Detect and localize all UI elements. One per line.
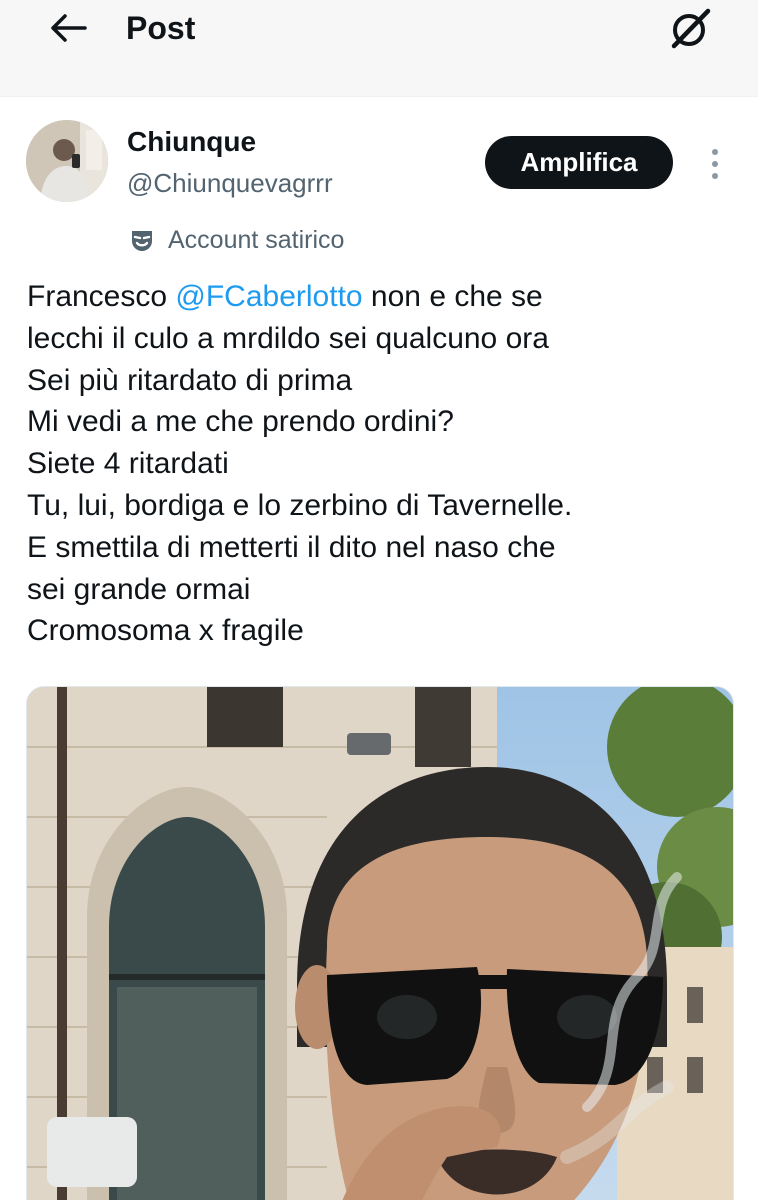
header-divider bbox=[0, 96, 758, 97]
page-title: Post bbox=[126, 10, 196, 46]
tweet-text-segment: non e che se bbox=[362, 280, 543, 313]
avatar-image bbox=[26, 120, 108, 202]
more-options-button[interactable] bbox=[702, 144, 728, 184]
tweet-line: Mi vedi a me che prendo ordini? bbox=[27, 405, 454, 439]
avatar[interactable] bbox=[26, 120, 108, 202]
back-button[interactable] bbox=[46, 10, 90, 46]
tweet-line: Francesco @FCaberlotto non e che se bbox=[27, 276, 727, 318]
more-vertical-icon bbox=[712, 161, 718, 167]
grok-button[interactable] bbox=[664, 4, 716, 52]
tweet-line: Siete 4 ritardati bbox=[27, 447, 229, 481]
more-vertical-icon bbox=[712, 173, 718, 179]
mention-link[interactable]: @FCaberlotto bbox=[175, 280, 362, 313]
mask-icon bbox=[132, 231, 152, 251]
more-vertical-icon bbox=[712, 149, 718, 155]
top-bar: Post bbox=[0, 0, 758, 96]
author-handle[interactable]: @Chiunquevagrrr bbox=[127, 166, 333, 200]
tweet-line: sei grande ormai bbox=[27, 572, 251, 606]
tweet-line: E smettila di metterti il dito nel naso … bbox=[27, 530, 556, 564]
follow-button[interactable]: Amplifica bbox=[485, 136, 673, 189]
selfie-photo bbox=[27, 687, 733, 1200]
author-name[interactable]: Chiunque bbox=[127, 124, 256, 160]
grok-icon bbox=[671, 8, 711, 49]
account-label-text: Account satirico bbox=[168, 225, 345, 254]
arrow-left-icon bbox=[51, 14, 87, 42]
tweet-line: Cromosoma x fragile bbox=[27, 614, 304, 648]
tweet-line: Tu, lui, bordiga e lo zerbino di Taverne… bbox=[27, 488, 573, 522]
tweet-line: lecchi il culo a mrdildo sei qualcuno or… bbox=[27, 321, 549, 355]
account-label: Account satirico bbox=[130, 222, 344, 258]
tweet-photo[interactable] bbox=[26, 686, 734, 1200]
tweet-text-segment: Francesco bbox=[27, 280, 176, 313]
tweet-line: Sei più ritardato di prima bbox=[27, 363, 353, 397]
tweet-text: Francesco @FCaberlotto non e che se lecc… bbox=[27, 276, 727, 652]
